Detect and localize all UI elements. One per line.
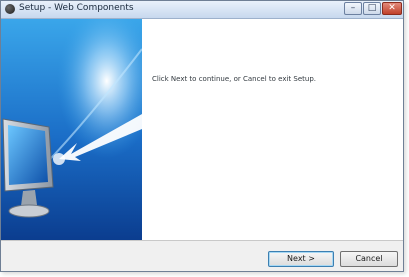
title-bar[interactable]: Setup - Web Components – □ ✕ [1, 1, 403, 19]
setup-window: Setup - Web Components – □ ✕ Click Next … [0, 0, 404, 272]
close-button[interactable]: ✕ [382, 2, 402, 15]
next-button[interactable]: Next > [268, 251, 334, 267]
instruction-text: Click Next to continue, or Cancel to exi… [152, 75, 316, 83]
cancel-button[interactable]: Cancel [340, 251, 398, 267]
app-icon [5, 4, 15, 14]
wizard-banner [1, 19, 142, 240]
window-title: Setup - Web Components [19, 3, 134, 13]
monitor-illustration [1, 19, 142, 240]
wizard-content: Click Next to continue, or Cancel to exi… [142, 19, 403, 240]
maximize-button[interactable]: □ [363, 2, 381, 15]
button-bar: Next > Cancel [1, 240, 403, 271]
minimize-button[interactable]: – [344, 2, 362, 15]
